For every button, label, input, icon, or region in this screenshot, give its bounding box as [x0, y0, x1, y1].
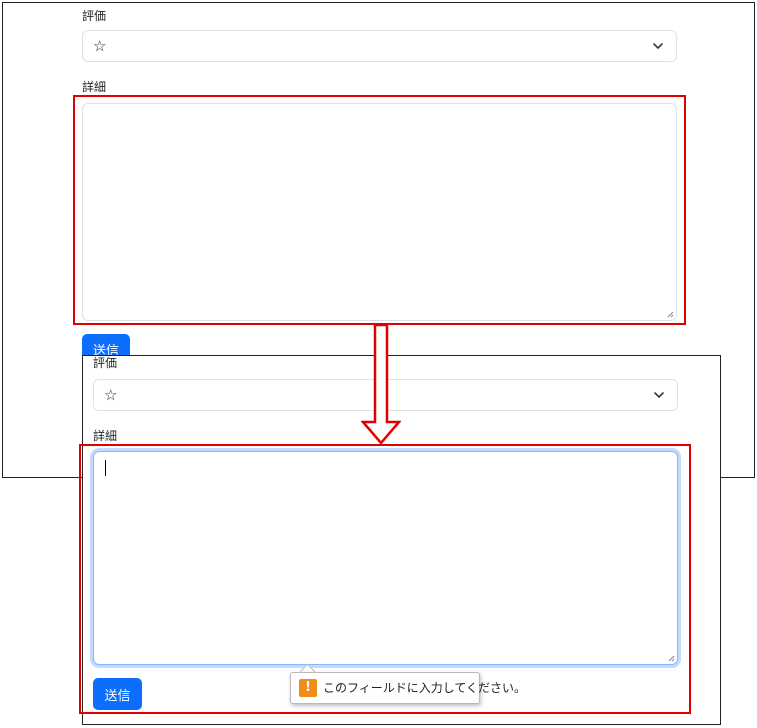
details-label: 詳細 — [82, 80, 107, 94]
details-textarea[interactable] — [82, 103, 677, 321]
rating-select-value: ☆ — [93, 37, 107, 55]
rating-select-value: ☆ — [104, 386, 118, 404]
resize-grip-icon[interactable] — [667, 311, 674, 318]
form-panel-after: 評価 ☆ 詳細 送信 — [82, 355, 721, 725]
submit-button[interactable]: 送信 — [93, 678, 142, 710]
validation-tooltip: ! このフィールドに入力してください。 — [290, 672, 526, 704]
resize-grip-icon[interactable] — [668, 655, 675, 662]
chevron-down-icon — [654, 392, 664, 398]
rating-select[interactable]: ☆ — [82, 30, 677, 62]
arrow-down-icon — [361, 324, 401, 445]
text-caret — [105, 460, 106, 476]
details-label: 詳細 — [93, 429, 118, 443]
validation-message: このフィールドに入力してください。 — [323, 681, 527, 695]
details-textarea-focused[interactable] — [93, 451, 678, 665]
rating-label: 評価 — [82, 9, 107, 23]
warning-icon: ! — [299, 679, 317, 697]
rating-label: 評価 — [93, 356, 118, 370]
chevron-down-icon — [653, 43, 663, 49]
